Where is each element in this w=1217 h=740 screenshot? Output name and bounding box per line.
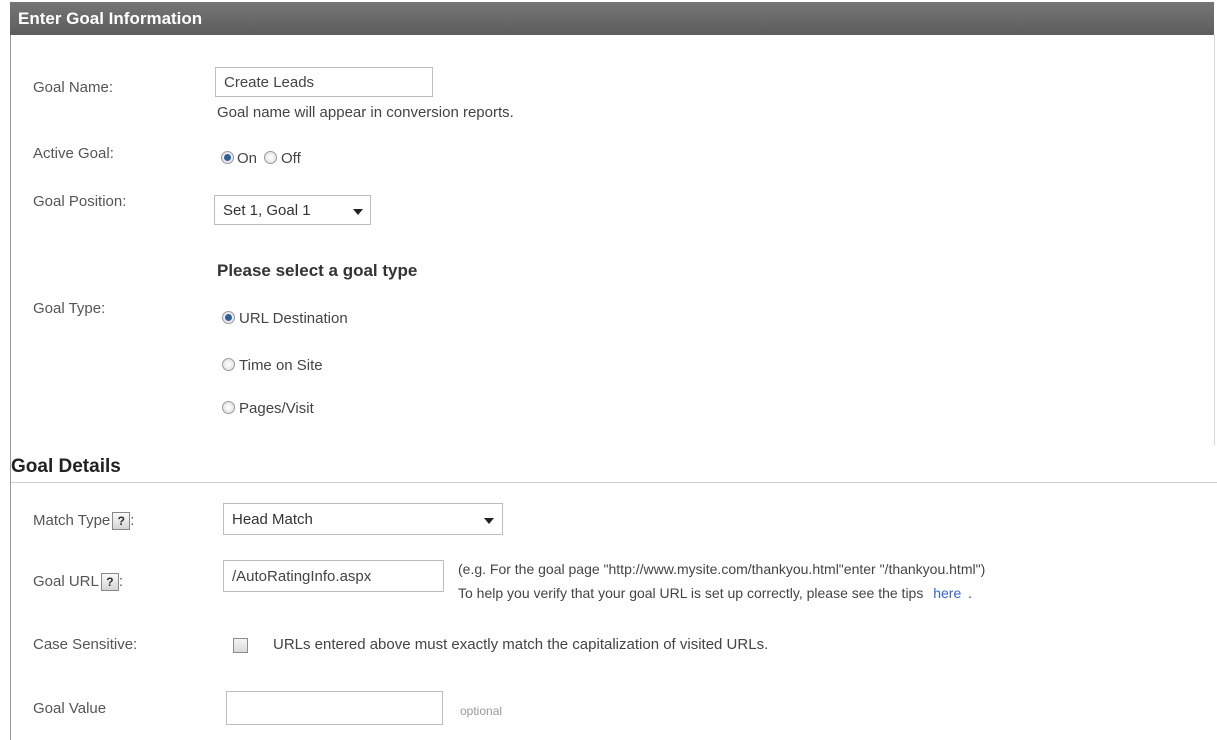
active-goal-off-radio[interactable] xyxy=(264,151,277,164)
goal-type-heading: Please select a goal type xyxy=(217,261,418,280)
goal-type-time-on-site-radio[interactable] xyxy=(222,358,235,371)
chevron-down-icon xyxy=(353,209,363,215)
goal-position-label: Goal Position: xyxy=(33,193,127,210)
match-type-label-suffix: : xyxy=(130,512,135,529)
goal-url-tips-suffix: . xyxy=(968,585,973,601)
match-type-value: Head Match xyxy=(232,511,313,528)
goal-url-label: Goal URL xyxy=(33,573,99,590)
goal-url-value: /AutoRatingInfo.aspx xyxy=(232,568,372,585)
goal-position-select[interactable]: Set 1, Goal 1 xyxy=(214,195,371,225)
match-type-select[interactable]: Head Match xyxy=(223,503,503,535)
goal-value-label: Goal Value xyxy=(33,700,107,717)
goal-type-pages-visit-radio[interactable] xyxy=(222,401,235,414)
case-sensitive-checkbox[interactable] xyxy=(233,638,248,653)
goal-value-hint: optional xyxy=(460,704,503,718)
goal-url-label-row: Goal URL?: xyxy=(33,573,124,592)
active-goal-on-radio[interactable] xyxy=(221,151,234,164)
goal-type-url-destination-radio[interactable] xyxy=(222,311,235,324)
match-type-label: Match Type xyxy=(33,512,111,529)
goal-value-input[interactable] xyxy=(226,691,443,725)
goal-name-label: Goal Name: xyxy=(33,79,114,96)
case-sensitive-description: URLs entered above must exactly match th… xyxy=(273,636,769,653)
goal-position-value: Set 1, Goal 1 xyxy=(223,202,311,219)
divider xyxy=(11,482,1217,483)
section-header: Enter Goal Information xyxy=(10,2,1214,35)
active-goal-off-label[interactable]: Off xyxy=(281,150,301,167)
goal-url-example: (e.g. For the goal page "http://www.mysi… xyxy=(458,561,986,577)
goal-url-tips-text: To help you verify that your goal URL is… xyxy=(458,585,924,601)
goal-name-value: Create Leads xyxy=(224,74,315,91)
goal-name-hint: Goal name will appear in conversion repo… xyxy=(217,104,514,121)
chevron-down-icon xyxy=(484,518,494,524)
goal-type-time-on-site-label[interactable]: Time on Site xyxy=(239,357,323,374)
help-icon[interactable]: ? xyxy=(100,573,119,592)
goal-url-tips: To help you verify that your goal URL is… xyxy=(458,585,972,601)
right-border xyxy=(1214,35,1215,445)
active-goal-label: Active Goal: xyxy=(33,145,114,162)
goal-type-label: Goal Type: xyxy=(33,300,106,317)
goal-name-input[interactable]: Create Leads xyxy=(215,67,433,97)
goal-type-pages-visit-label[interactable]: Pages/Visit xyxy=(239,400,314,417)
goal-type-url-destination-label[interactable]: URL Destination xyxy=(239,310,348,327)
case-sensitive-label: Case Sensitive: xyxy=(33,636,138,653)
section-header-title: Enter Goal Information xyxy=(18,9,203,28)
goal-url-label-suffix: : xyxy=(118,573,124,590)
goal-details-title: Goal Details xyxy=(11,456,121,477)
tips-here-link[interactable]: here xyxy=(933,585,961,601)
left-border xyxy=(10,35,11,740)
match-type-label-row: Match Type?: xyxy=(33,512,135,531)
goal-url-input[interactable]: /AutoRatingInfo.aspx xyxy=(223,560,444,592)
help-icon[interactable]: ? xyxy=(112,512,131,531)
active-goal-on-label[interactable]: On xyxy=(237,150,257,167)
